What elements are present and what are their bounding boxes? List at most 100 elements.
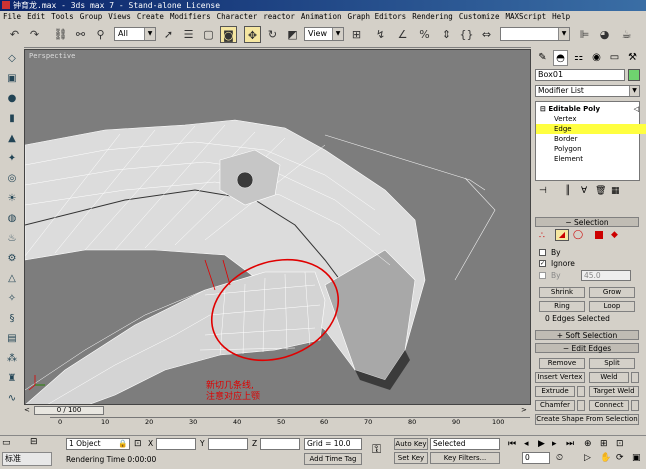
edit-edges-rollout-header[interactable]: − Edit Edges xyxy=(535,343,639,353)
named-sets-icon[interactable]: {} xyxy=(458,26,475,43)
undo-icon[interactable]: ↶ xyxy=(6,26,23,43)
motion-tab-icon[interactable]: ◉ xyxy=(589,50,604,66)
named-selection-dropdown[interactable]: ▼ xyxy=(500,27,570,41)
modify-tab-icon[interactable]: ◓ xyxy=(553,50,568,66)
menu-reactor[interactable]: reactor xyxy=(263,12,295,21)
mini-listener-icon[interactable]: ⊟ xyxy=(30,437,44,449)
by-angle-checkbox[interactable] xyxy=(539,272,546,279)
ring-button[interactable]: Ring xyxy=(539,301,585,312)
modifier-list-dropdown[interactable]: Modifier List ▼ xyxy=(535,85,640,97)
create-spring-icon[interactable]: § xyxy=(4,311,20,326)
menu-graph-editors[interactable]: Graph Editors xyxy=(347,12,406,21)
menu-customize[interactable]: Customize xyxy=(459,12,500,21)
auto-key-button[interactable]: Auto Key xyxy=(394,438,428,450)
vertex-mode-icon[interactable]: ∴ xyxy=(539,231,545,241)
time-prev-icon[interactable]: < xyxy=(24,406,32,415)
create-sphere-icon[interactable]: ● xyxy=(4,91,20,106)
reference-coordinate-dropdown[interactable]: View ▼ xyxy=(304,27,344,41)
create-cylinder-icon[interactable]: ▮ xyxy=(4,111,20,126)
add-time-tag-button[interactable]: Add Time Tag xyxy=(304,453,362,465)
select-by-name-icon[interactable]: ☰ xyxy=(180,26,197,43)
perspective-viewport[interactable]: Perspective 新切几条线, 注意对应上颚 xyxy=(24,49,531,405)
key-icon[interactable]: ⚿ xyxy=(372,442,381,457)
chamfer-settings-button[interactable] xyxy=(577,400,585,411)
create-teapot-icon[interactable]: ♨ xyxy=(4,231,20,246)
menu-animation[interactable]: Animation xyxy=(301,12,342,21)
selection-rollout-header[interactable]: − Selection xyxy=(535,217,639,227)
rotate-icon[interactable]: ↻ xyxy=(264,26,281,43)
ime-indicator[interactable]: 标准 xyxy=(2,452,52,466)
mirror-icon[interactable]: ⇔ xyxy=(478,26,495,43)
create-hedra-icon[interactable]: ✧ xyxy=(4,291,20,306)
zoom-extents-icon[interactable]: ⊡ xyxy=(616,439,624,449)
shrink-button[interactable]: Shrink xyxy=(539,287,585,298)
x-coordinate-field[interactable] xyxy=(156,438,196,450)
grow-button[interactable]: Grow xyxy=(589,287,635,298)
remove-button[interactable]: Remove xyxy=(539,358,585,369)
weld-button[interactable]: Weld xyxy=(589,372,629,383)
make-unique-icon[interactable]: ∀ xyxy=(581,186,587,196)
utilities-tab-icon[interactable]: ⚒ xyxy=(625,50,640,66)
previous-frame-icon[interactable]: ◂ xyxy=(524,439,529,449)
create-torus-icon[interactable]: ◍ xyxy=(4,211,20,226)
stack-item-polygon[interactable]: Polygon xyxy=(536,144,646,154)
chamfer-button[interactable]: Chamfer xyxy=(535,400,575,411)
time-config-icon[interactable]: ⏲ xyxy=(556,453,563,463)
create-gear-icon[interactable]: ⚙ xyxy=(4,251,20,266)
menu-views[interactable]: Views xyxy=(108,12,131,21)
create-camera-icon[interactable]: ▤ xyxy=(4,331,20,346)
loop-button[interactable]: Loop xyxy=(589,301,635,312)
go-to-start-icon[interactable]: ⏮ xyxy=(508,439,516,449)
menu-file[interactable]: File xyxy=(3,12,21,21)
split-button[interactable]: Split xyxy=(589,358,635,369)
extrude-button[interactable]: Extrude xyxy=(535,386,575,397)
fov-icon[interactable]: ▷ xyxy=(584,453,591,463)
time-slider[interactable]: 0 / 100 xyxy=(34,406,104,415)
create-plane-icon[interactable]: ◇ xyxy=(4,51,20,66)
render-icon[interactable]: ☕ xyxy=(618,26,635,43)
redo-icon[interactable]: ↷ xyxy=(26,26,43,43)
stack-item-vertex[interactable]: Vertex xyxy=(536,114,646,124)
time-next-icon[interactable]: > xyxy=(521,406,529,415)
maximize-viewport-icon[interactable]: ▣ xyxy=(632,453,641,463)
border-mode-icon[interactable]: ◯ xyxy=(573,230,583,240)
create-light-icon[interactable]: ☀ xyxy=(4,191,20,206)
menu-help[interactable]: Help xyxy=(552,12,570,21)
zoom-all-icon[interactable]: ⊞ xyxy=(600,439,608,449)
pin-stack-icon[interactable]: ⊣ xyxy=(539,186,547,196)
arc-rotate-icon[interactable]: ⟳ xyxy=(616,453,624,463)
percent-snap-icon[interactable]: % xyxy=(416,26,433,43)
go-to-end-icon[interactable]: ⏭ xyxy=(566,439,574,449)
ignore-backfacing-checkbox[interactable]: ✓ xyxy=(539,260,546,267)
absolute-mode-icon[interactable]: ⊡ xyxy=(134,439,142,449)
create-shape-icon[interactable]: ∿ xyxy=(4,391,20,406)
menu-edit[interactable]: Edit xyxy=(27,12,45,21)
create-particle-icon[interactable]: ⁂ xyxy=(4,351,20,366)
create-biped-icon[interactable]: ♜ xyxy=(4,371,20,386)
window-crossing-icon[interactable]: ◙ xyxy=(220,26,237,43)
menu-rendering[interactable]: Rendering xyxy=(412,12,453,21)
soft-selection-rollout-header[interactable]: + Soft Selection xyxy=(535,330,639,340)
stack-item-editable-poly[interactable]: ⊟ Editable Poly ◁ xyxy=(536,104,643,114)
element-mode-icon[interactable]: ◆ xyxy=(611,230,618,240)
create-tube-icon[interactable]: ◎ xyxy=(4,171,20,186)
scale-icon[interactable]: ◩ xyxy=(284,26,301,43)
set-key-button[interactable]: Set Key xyxy=(394,452,428,464)
polygon-mode-icon[interactable] xyxy=(595,231,603,239)
hierarchy-tab-icon[interactable]: ⚏ xyxy=(571,50,586,66)
menu-character[interactable]: Character xyxy=(217,12,258,21)
play-icon[interactable]: ▶ xyxy=(538,439,545,449)
remove-modifier-icon[interactable]: 🗑 xyxy=(595,186,606,196)
stack-item-border[interactable]: Border xyxy=(536,134,646,144)
spinner-snap-icon[interactable]: ⇕ xyxy=(438,26,455,43)
z-coordinate-field[interactable] xyxy=(260,438,300,450)
selection-filter-dropdown[interactable]: All ▼ xyxy=(114,27,156,41)
snap-icon[interactable]: ↯ xyxy=(372,26,389,43)
target-weld-button[interactable]: Target Weld xyxy=(589,386,639,397)
pivot-icon[interactable]: ⊞ xyxy=(348,26,365,43)
create-shape-button[interactable]: Create Shape From Selection xyxy=(535,414,639,425)
unlink-icon[interactable]: ⚯ xyxy=(72,26,89,43)
rect-region-icon[interactable]: ▢ xyxy=(200,26,217,43)
pan-icon[interactable]: ✋ xyxy=(600,453,611,463)
align-icon[interactable]: ⊫ xyxy=(576,26,593,43)
